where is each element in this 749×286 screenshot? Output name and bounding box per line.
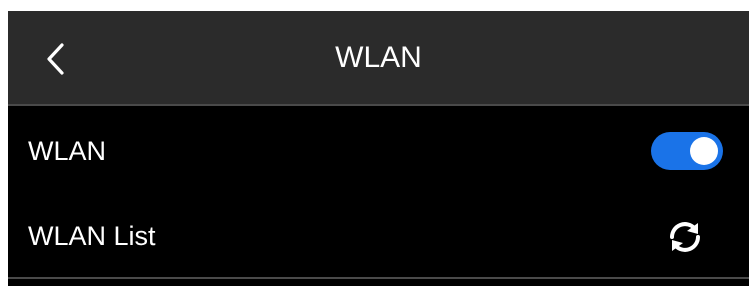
- wlan-list-label: WLAN List: [28, 221, 156, 251]
- wlan-label: WLAN: [28, 136, 107, 166]
- refresh-icon: [670, 222, 700, 252]
- settings-row-wlan-list: WLAN List: [8, 194, 749, 278]
- wlan-settings-screen: WLAN WLAN WLAN List: [8, 11, 749, 286]
- page-title: WLAN: [335, 41, 422, 74]
- back-button[interactable]: [28, 31, 84, 87]
- refresh-button[interactable]: [664, 216, 706, 258]
- settings-row-wlan: WLAN: [8, 109, 749, 193]
- chevron-left-icon: [47, 43, 64, 75]
- bottom-divider: [8, 277, 749, 279]
- toggle-knob: [690, 137, 718, 165]
- header-divider: [8, 104, 749, 106]
- wlan-toggle[interactable]: [651, 132, 723, 170]
- header-bar: WLAN: [8, 11, 749, 104]
